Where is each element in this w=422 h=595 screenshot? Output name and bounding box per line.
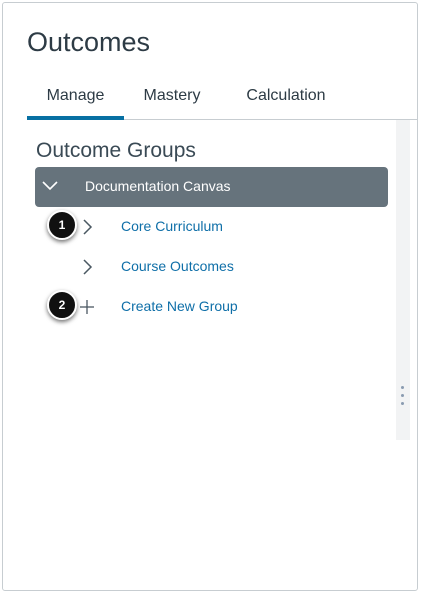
plus-icon [80, 300, 94, 314]
tab-calculation[interactable]: Calculation [233, 84, 339, 119]
callout-badge-1: 1 [47, 210, 77, 240]
create-new-group-button[interactable]: Create New Group [35, 289, 388, 325]
panel-scrollbar[interactable] [396, 120, 410, 440]
resize-grip-icon[interactable] [401, 386, 405, 406]
group-link[interactable]: Course Outcomes [121, 258, 234, 274]
chevron-down-icon [42, 181, 58, 191]
create-new-group-label[interactable]: Create New Group [121, 298, 238, 314]
tab-manage[interactable]: Manage [27, 84, 124, 120]
chevron-right-icon [83, 219, 93, 235]
outcome-groups-heading: Outcome Groups [36, 139, 196, 162]
page-title: Outcomes [27, 27, 151, 57]
tab-mastery[interactable]: Mastery [134, 84, 210, 119]
outcome-groups-panel: Outcome Groups Documentation Canvas Core… [27, 120, 410, 440]
tab-bar: Manage Mastery Calculation [27, 84, 418, 120]
group-documentation-canvas[interactable]: Documentation Canvas [35, 167, 388, 207]
group-label: Documentation Canvas [85, 178, 231, 194]
group-link[interactable]: Core Curriculum [121, 218, 223, 234]
group-course-outcomes[interactable]: Course Outcomes [35, 249, 388, 285]
callout-badge-2: 2 [47, 290, 77, 320]
group-core-curriculum[interactable]: Core Curriculum [35, 209, 388, 245]
outcomes-window: Outcomes Manage Mastery Calculation Outc… [2, 2, 418, 591]
chevron-right-icon [83, 259, 93, 275]
